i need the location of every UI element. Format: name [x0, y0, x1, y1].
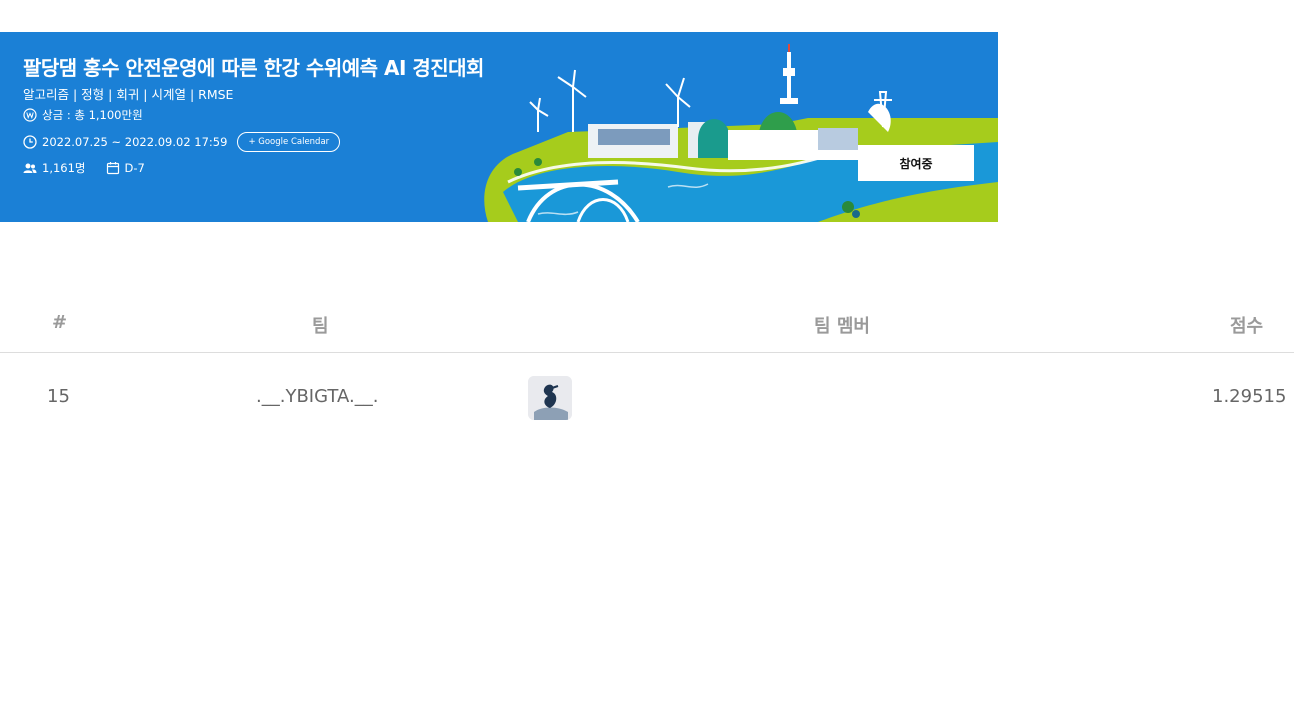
won-coin-icon	[23, 108, 37, 122]
prize-row: 상금 : 총 1,100만원	[23, 107, 143, 123]
header-members: 팀 멤버	[814, 316, 870, 337]
row-score: 1.29515	[1212, 386, 1287, 407]
competition-tags: 알고리즘 | 정형 | 회귀 | 시계열 | RMSE	[23, 87, 234, 102]
period-text: 2022.07.25 ~ 2022.09.02 17:59	[42, 135, 228, 149]
header-team: 팀	[312, 316, 329, 337]
row-team-name[interactable]: .__.YBIGTA.__.	[256, 386, 378, 407]
stats-row: 1,161명 D-7	[23, 160, 165, 176]
avatar-image	[528, 376, 572, 420]
river-city-illustration	[484, 44, 998, 222]
users-icon	[23, 161, 37, 175]
google-calendar-button[interactable]: + Google Calendar	[237, 132, 341, 152]
prize-text: 상금 : 총 1,100만원	[42, 108, 143, 122]
clock-icon	[23, 135, 37, 149]
member-avatar[interactable]	[528, 376, 572, 420]
dday-stat: D-7	[106, 161, 145, 175]
participants-stat: 1,161명	[23, 160, 86, 176]
leaderboard-row: 15 .__.YBIGTA.__. 1.29515	[0, 374, 1294, 422]
participants-count: 1,161명	[42, 161, 86, 175]
header-score: 점수	[1230, 316, 1264, 337]
competition-title: 팔당댐 홍수 안전운영에 따른 한강 수위예측 AI 경진대회	[23, 56, 484, 80]
competition-banner: 팔당댐 홍수 안전운영에 따른 한강 수위예측 AI 경진대회 알고리즘 | 정…	[0, 32, 998, 222]
row-rank: 15	[47, 386, 70, 407]
period-row: 2022.07.25 ~ 2022.09.02 17:59 + Google C…	[23, 132, 341, 152]
header-rank: #	[52, 312, 68, 333]
calendar-icon	[106, 161, 120, 175]
dday-text: D-7	[124, 161, 145, 175]
joined-button[interactable]: 참여중	[858, 145, 974, 181]
leaderboard-header: # 팀 팀 멤버 점수	[0, 300, 1294, 353]
